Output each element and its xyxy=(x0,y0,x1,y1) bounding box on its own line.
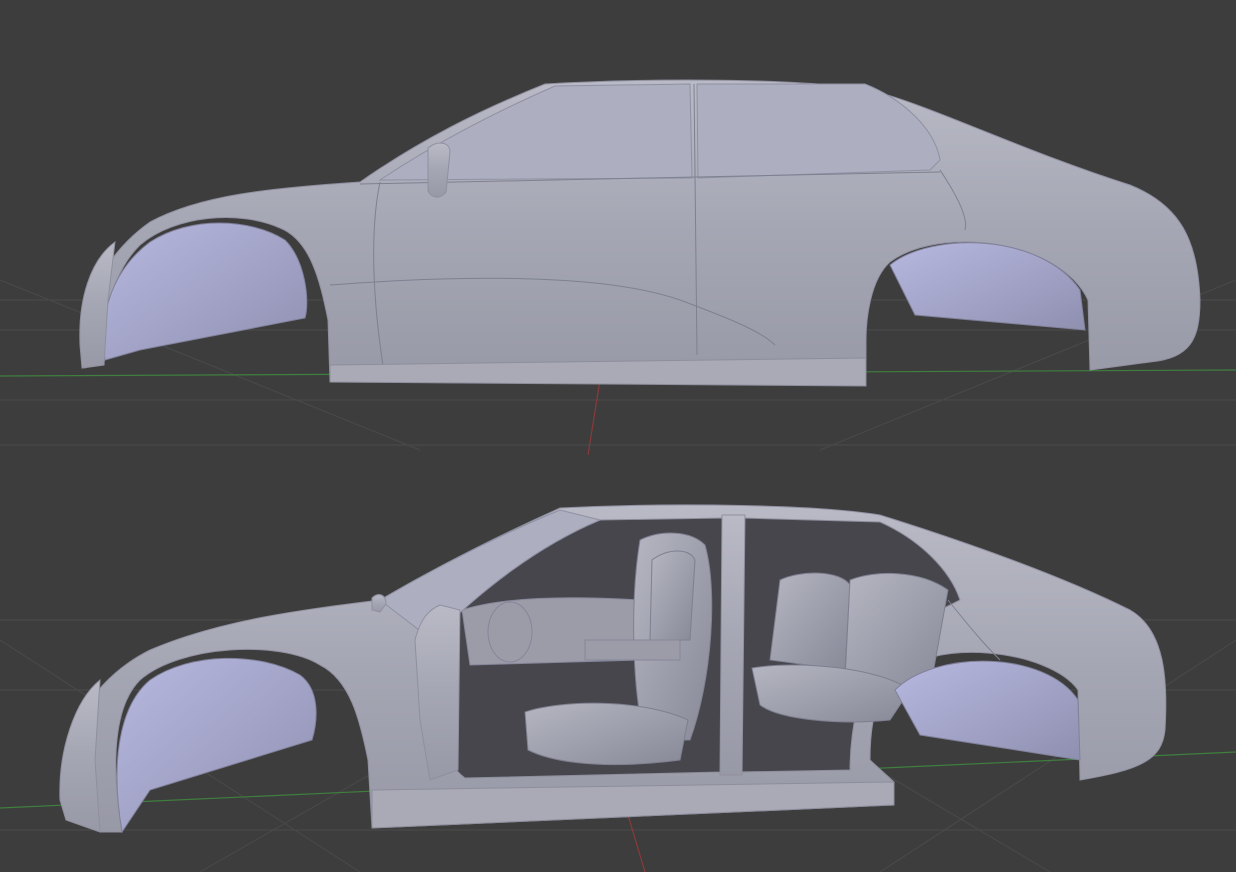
car-body-open-doors-with-interior[interactable] xyxy=(59,504,1167,834)
rear-window-top xyxy=(696,83,941,179)
rear-seat-back-left xyxy=(769,572,851,671)
front-window-top xyxy=(378,83,693,181)
front-wheel-arch-bottom xyxy=(116,657,317,834)
rear-wheel-arch-bottom xyxy=(894,660,1081,761)
y-axis-line-lower xyxy=(627,814,646,872)
side-sill-bottom xyxy=(371,781,895,829)
center-console xyxy=(584,639,681,661)
viewport-canvas[interactable] xyxy=(0,0,1236,872)
steering-wheel xyxy=(487,601,533,663)
front-seat-cushion xyxy=(524,702,689,766)
car-body-closed[interactable] xyxy=(79,79,1201,387)
front-bumper-bottom xyxy=(59,678,101,833)
3d-viewport[interactable] xyxy=(0,0,1236,872)
b-pillar xyxy=(719,514,746,776)
y-axis-line xyxy=(587,379,601,456)
side-mirror-top xyxy=(427,142,451,198)
front-seat-passenger-back xyxy=(649,550,696,641)
